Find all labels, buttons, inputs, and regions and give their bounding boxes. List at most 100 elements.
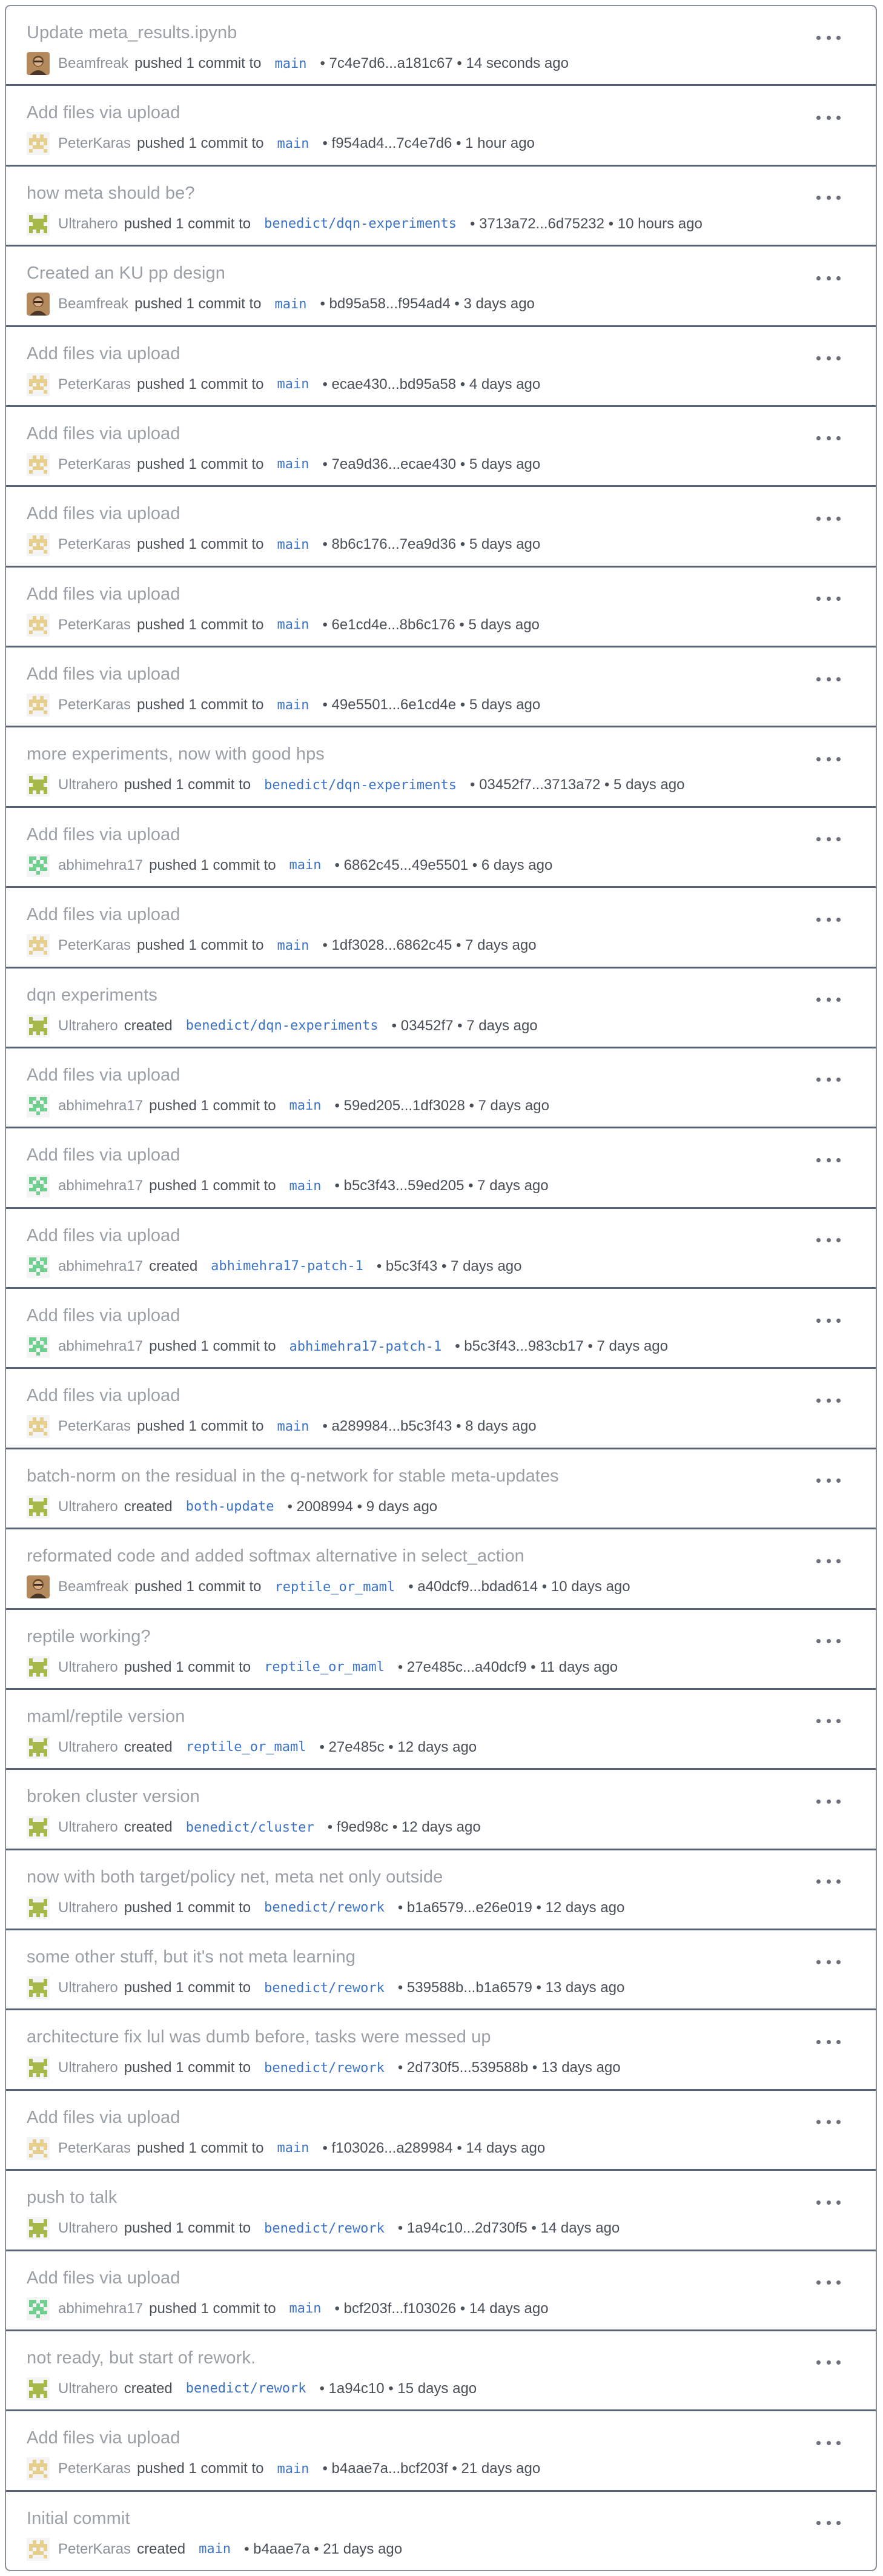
more-horizontal-icon[interactable] xyxy=(816,1717,841,1726)
commit-message[interactable]: Initial commit xyxy=(27,2509,130,2529)
commit-range[interactable]: • 8b6c176...7ea9d36 • 5 days ago xyxy=(322,536,540,553)
commit-range[interactable]: • 27e485c...a40dcf9 • 11 days ago xyxy=(398,1659,618,1676)
commit-range[interactable]: • b4aae7a • 21 days ago xyxy=(244,2541,402,2558)
more-horizontal-icon[interactable] xyxy=(816,33,841,42)
commit-message[interactable]: Add files via upload xyxy=(27,905,180,925)
commit-range[interactable]: • b5c3f43 • 7 days ago xyxy=(377,1258,522,1275)
branch-link[interactable]: main xyxy=(289,858,322,873)
commit-range[interactable]: • a40dcf9...bdad614 • 10 days ago xyxy=(408,1578,630,1595)
commit-range[interactable]: • 03452f7...3713a72 • 5 days ago xyxy=(470,776,684,793)
more-horizontal-icon[interactable] xyxy=(816,1556,841,1566)
commit-message[interactable]: Add files via upload xyxy=(27,2268,180,2288)
more-horizontal-icon[interactable] xyxy=(816,1316,841,1325)
branch-link[interactable]: benedict/rework xyxy=(264,1900,385,1915)
username-link[interactable]: Ultrahero xyxy=(58,2380,118,2397)
branch-link[interactable]: main xyxy=(199,2541,231,2557)
more-horizontal-icon[interactable] xyxy=(816,1236,841,1245)
branch-link[interactable]: main xyxy=(275,56,307,71)
commit-range[interactable]: • bd95a58...f954ad4 • 3 days ago xyxy=(320,296,534,313)
user-avatar[interactable] xyxy=(27,2537,50,2561)
username-link[interactable]: Ultrahero xyxy=(58,216,118,233)
username-link[interactable]: Ultrahero xyxy=(58,1659,118,1676)
more-horizontal-icon[interactable] xyxy=(816,1877,841,1887)
more-horizontal-icon[interactable] xyxy=(816,2358,841,2368)
branch-link[interactable]: benedict/rework xyxy=(264,2221,385,2236)
branch-link[interactable]: benedict/dqn-experiments xyxy=(264,216,457,231)
user-avatar[interactable] xyxy=(27,1816,50,1839)
username-link[interactable]: PeterKaras xyxy=(58,697,131,714)
username-link[interactable]: PeterKaras xyxy=(58,376,131,393)
more-horizontal-icon[interactable] xyxy=(816,434,841,443)
commit-message[interactable]: Add files via upload xyxy=(27,1386,180,1406)
more-horizontal-icon[interactable] xyxy=(816,915,841,924)
username-link[interactable]: PeterKaras xyxy=(58,135,131,152)
username-link[interactable]: Beamfreak xyxy=(58,55,128,72)
username-link[interactable]: Ultrahero xyxy=(58,1739,118,1756)
user-avatar[interactable] xyxy=(27,533,50,557)
commit-range[interactable]: • 6e1cd4e...8b6c176 • 5 days ago xyxy=(322,617,539,634)
branch-link[interactable]: abhimehra17-patch-1 xyxy=(211,1259,363,1274)
more-horizontal-icon[interactable] xyxy=(816,1075,841,1085)
commit-range[interactable]: • a289984...b5c3f43 • 8 days ago xyxy=(322,1418,536,1435)
user-avatar[interactable] xyxy=(27,2217,50,2240)
username-link[interactable]: abhimehra17 xyxy=(58,2300,143,2317)
user-avatar[interactable] xyxy=(27,293,50,316)
more-horizontal-icon[interactable] xyxy=(816,514,841,523)
branch-link[interactable]: main xyxy=(289,1179,322,1194)
branch-link[interactable]: main xyxy=(275,297,307,312)
commit-message[interactable]: Add files via upload xyxy=(27,1065,180,1085)
branch-link[interactable]: main xyxy=(277,377,309,392)
username-link[interactable]: Ultrahero xyxy=(58,1819,118,1836)
more-horizontal-icon[interactable] xyxy=(816,1476,841,1486)
username-link[interactable]: Beamfreak xyxy=(58,1578,128,1595)
commit-message[interactable]: batch-norm on the residual in the q-netw… xyxy=(27,1466,559,1486)
username-link[interactable]: abhimehra17 xyxy=(58,1338,143,1355)
branch-link[interactable]: main xyxy=(289,1098,322,1113)
branch-link[interactable]: main xyxy=(277,136,309,151)
more-horizontal-icon[interactable] xyxy=(816,193,841,203)
commit-range[interactable]: • 2008994 • 9 days ago xyxy=(287,1498,437,1515)
user-avatar[interactable] xyxy=(27,1094,50,1117)
commit-range[interactable]: • ecae430...bd95a58 • 4 days ago xyxy=(322,376,540,393)
commit-range[interactable]: • f9ed98c • 12 days ago xyxy=(328,1819,481,1836)
username-link[interactable]: PeterKaras xyxy=(58,2541,131,2558)
username-link[interactable]: PeterKaras xyxy=(58,617,131,634)
username-link[interactable]: Ultrahero xyxy=(58,776,118,793)
commit-range[interactable]: • 1df3028...6862c45 • 7 days ago xyxy=(322,937,536,954)
commit-message[interactable]: push to talk xyxy=(27,2188,117,2208)
commit-range[interactable]: • 7c4e7d6...a181c67 • 14 seconds ago xyxy=(320,55,568,72)
username-link[interactable]: PeterKaras xyxy=(58,2140,131,2157)
commit-range[interactable]: • 1a94c10...2d730f5 • 14 days ago xyxy=(398,2220,620,2237)
commit-message[interactable]: Add files via upload xyxy=(27,103,180,123)
commit-range[interactable]: • 1a94c10 • 15 days ago xyxy=(319,2380,477,2397)
branch-link[interactable]: main xyxy=(289,2301,322,2316)
commit-message[interactable]: Created an KU pp design xyxy=(27,263,225,283)
user-avatar[interactable] xyxy=(27,694,50,717)
commit-range[interactable]: • 27e485c • 12 days ago xyxy=(319,1739,477,1756)
commit-message[interactable]: more experiments, now with good hps xyxy=(27,744,325,764)
commit-message[interactable]: now with both target/policy net, meta ne… xyxy=(27,1867,443,1887)
branch-link[interactable]: main xyxy=(277,938,309,953)
user-avatar[interactable] xyxy=(27,2297,50,2320)
branch-link[interactable]: abhimehra17-patch-1 xyxy=(289,1339,442,1354)
branch-link[interactable]: benedict/dqn-experiments xyxy=(264,778,457,793)
commit-message[interactable]: reformated code and added softmax altern… xyxy=(27,1546,524,1566)
commit-range[interactable]: • b1a6579...e26e019 • 12 days ago xyxy=(398,1899,624,1916)
commit-message[interactable]: not ready, but start of rework. xyxy=(27,2348,256,2368)
username-link[interactable]: Ultrahero xyxy=(58,1899,118,1916)
more-horizontal-icon[interactable] xyxy=(816,1396,841,1405)
commit-message[interactable]: reptile working? xyxy=(27,1627,151,1647)
more-horizontal-icon[interactable] xyxy=(816,2037,841,2047)
user-avatar[interactable] xyxy=(27,934,50,958)
user-avatar[interactable] xyxy=(27,1415,50,1439)
user-avatar[interactable] xyxy=(27,1495,50,1518)
branch-link[interactable]: main xyxy=(277,2141,309,2156)
branch-link[interactable]: main xyxy=(277,698,309,713)
commit-range[interactable]: • f103026...a289984 • 14 days ago xyxy=(322,2140,545,2157)
commit-message[interactable]: Add files via upload xyxy=(27,825,180,845)
username-link[interactable]: Beamfreak xyxy=(58,296,128,313)
commit-range[interactable]: • b5c3f43...59ed205 • 7 days ago xyxy=(335,1177,549,1194)
commit-message[interactable]: broken cluster version xyxy=(27,1787,200,1807)
username-link[interactable]: Ultrahero xyxy=(58,1018,118,1035)
more-horizontal-icon[interactable] xyxy=(816,354,841,363)
